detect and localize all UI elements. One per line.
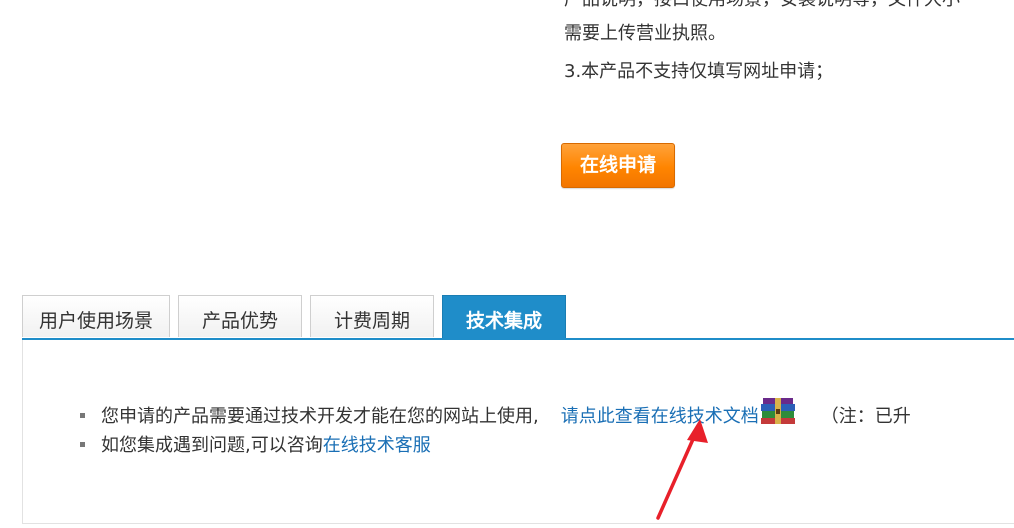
tab-bar: 用户使用场景 产品优势 计费周期 技术集成	[22, 295, 1014, 339]
tab-panel	[22, 340, 1014, 524]
tab-user-scenarios[interactable]: 用户使用场景	[22, 295, 170, 337]
apply-online-button[interactable]: 在线申请	[561, 143, 675, 188]
bullet-icon	[80, 412, 85, 418]
bullet-icon	[80, 441, 85, 447]
archive-icon	[760, 398, 795, 424]
page: 产品说明，接口使用场景，安装说明等，文件大小 需要上传营业执照。 3.本产品不支…	[0, 0, 1014, 528]
list-item: 您申请的产品需要通过技术开发才能在您的网站上使用, 请点此查看在线技术文档 （注：…	[80, 396, 911, 429]
note-text: （注：已升	[820, 406, 911, 427]
item-text: 如您集成遇到问题,可以咨询	[101, 435, 323, 456]
online-support-link[interactable]: 在线技术客服	[323, 435, 431, 456]
notes-line-3: 3.本产品不支持仅填写网址申请；	[564, 61, 834, 82]
notes-line-2: 需要上传营业执照。	[564, 23, 726, 44]
list-item: 如您集成遇到问题,可以咨询在线技术客服	[80, 434, 431, 458]
tab-tech-integration[interactable]: 技术集成	[442, 295, 566, 339]
notes-partial-line: 产品说明，接口使用场景，安装说明等，文件大小	[564, 0, 960, 12]
red-arrow-icon	[656, 419, 708, 520]
tab-billing-cycle[interactable]: 计费周期	[310, 295, 434, 337]
item-text: 您申请的产品需要通过技术开发才能在您的网站上使用,	[101, 406, 539, 427]
tab-product-advantages[interactable]: 产品优势	[178, 295, 302, 337]
